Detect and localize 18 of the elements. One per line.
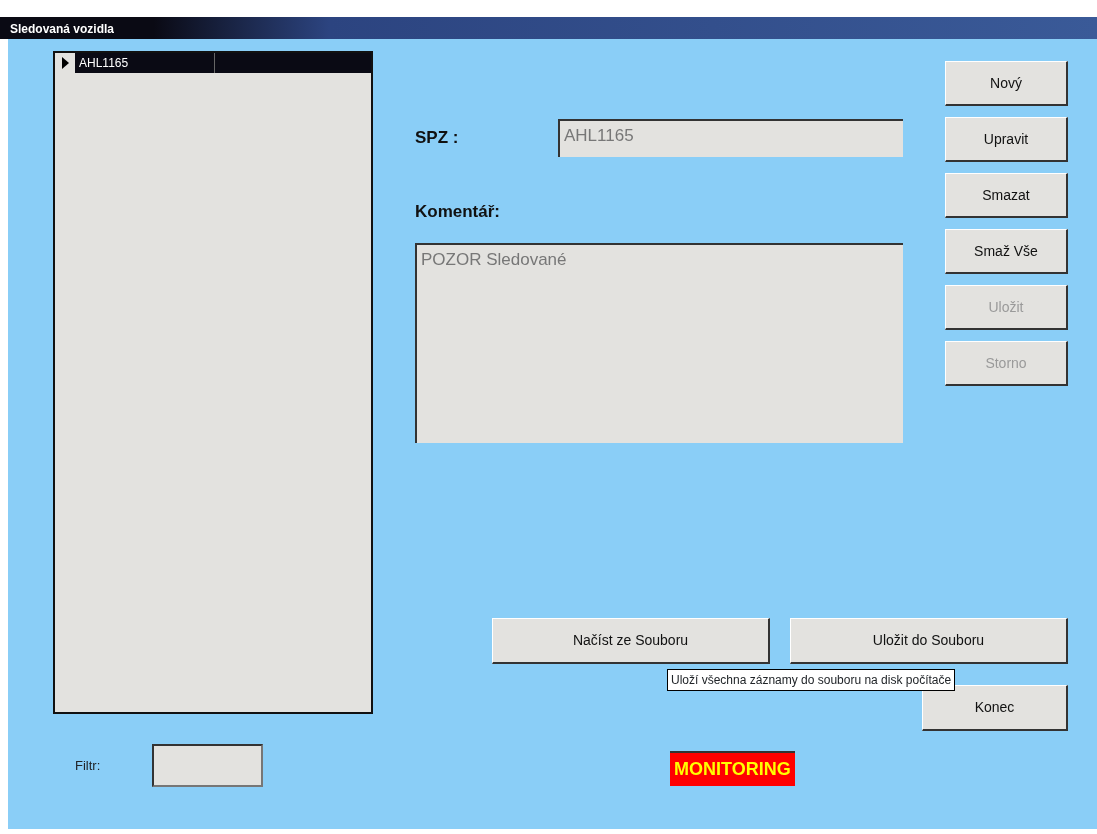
filter-field[interactable] (152, 744, 263, 787)
exit-button[interactable]: Konec (922, 684, 1068, 731)
side-button[interactable]: Upravit (945, 117, 1068, 162)
comment-field[interactable]: POZOR Sledované (415, 242, 903, 443)
side-button[interactable]: Nový (945, 61, 1068, 106)
list-row[interactable]: AHL1165 (55, 53, 371, 73)
record-list[interactable]: AHL1165 (53, 51, 373, 714)
status-badge: MONITORING (670, 750, 795, 786)
side-button[interactable]: Smaž Vše (945, 229, 1068, 274)
file-button[interactable]: Načíst ze Souboru (492, 617, 770, 664)
spz-label: SPZ : (415, 127, 460, 150)
row-pointer-icon (61, 57, 69, 69)
tooltip: Uloží všechna záznamy do souboru na disk počítače (667, 669, 956, 691)
filter-label: Filtr: (75, 756, 102, 775)
window-title: Sledovaná vozidla (10, 22, 115, 36)
side-button[interactable]: Smazat (945, 173, 1068, 218)
file-button[interactable]: Uložit do Souboru (790, 617, 1068, 664)
comment-label: Komentář: (415, 201, 501, 223)
